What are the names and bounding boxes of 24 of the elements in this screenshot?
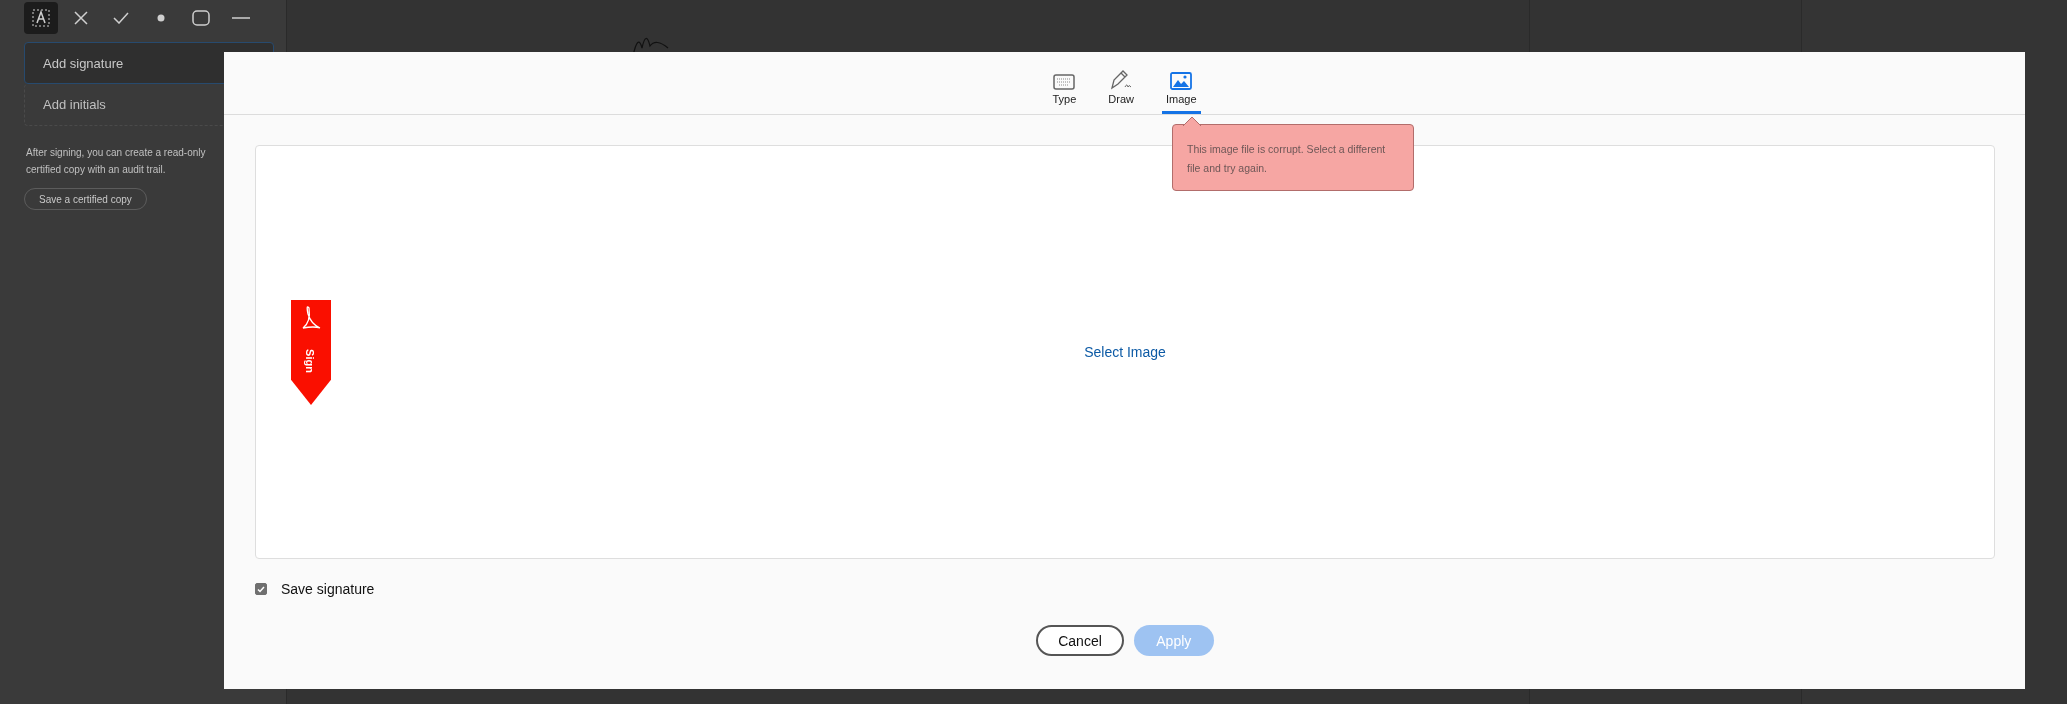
acrobat-logo-icon [301,306,321,330]
tab-label: Type [1052,93,1077,105]
dialog-button[interactable]: Cancel [1036,625,1124,656]
keyboard-icon [1053,74,1076,90]
save-signature-checkbox[interactable]: Save signature [255,581,375,597]
signature-tab[interactable]: Type [1048,66,1081,114]
select-image-link[interactable]: Select Image [1084,344,1166,360]
cross-icon [74,11,88,25]
certified-note: After signing, you can create a read-only certified copy with an audit trail. [26,146,207,177]
tool-button[interactable] [24,2,58,34]
rectangle-icon [192,10,210,26]
image-icon [1170,72,1193,90]
dot-icon [157,14,165,22]
signature-tab[interactable]: Draw [1104,62,1138,114]
pen-icon [1109,70,1134,90]
line-icon [232,17,250,19]
checkmark-icon [257,585,265,593]
sign-label: Sign [303,349,316,373]
tab-label: Draw [1108,93,1134,105]
check-icon [113,12,129,24]
tab-label: Image [1165,93,1197,105]
signature-tab[interactable]: Image [1161,64,1201,114]
text-field-icon [31,8,51,28]
tooltip-arrow [1183,116,1201,126]
